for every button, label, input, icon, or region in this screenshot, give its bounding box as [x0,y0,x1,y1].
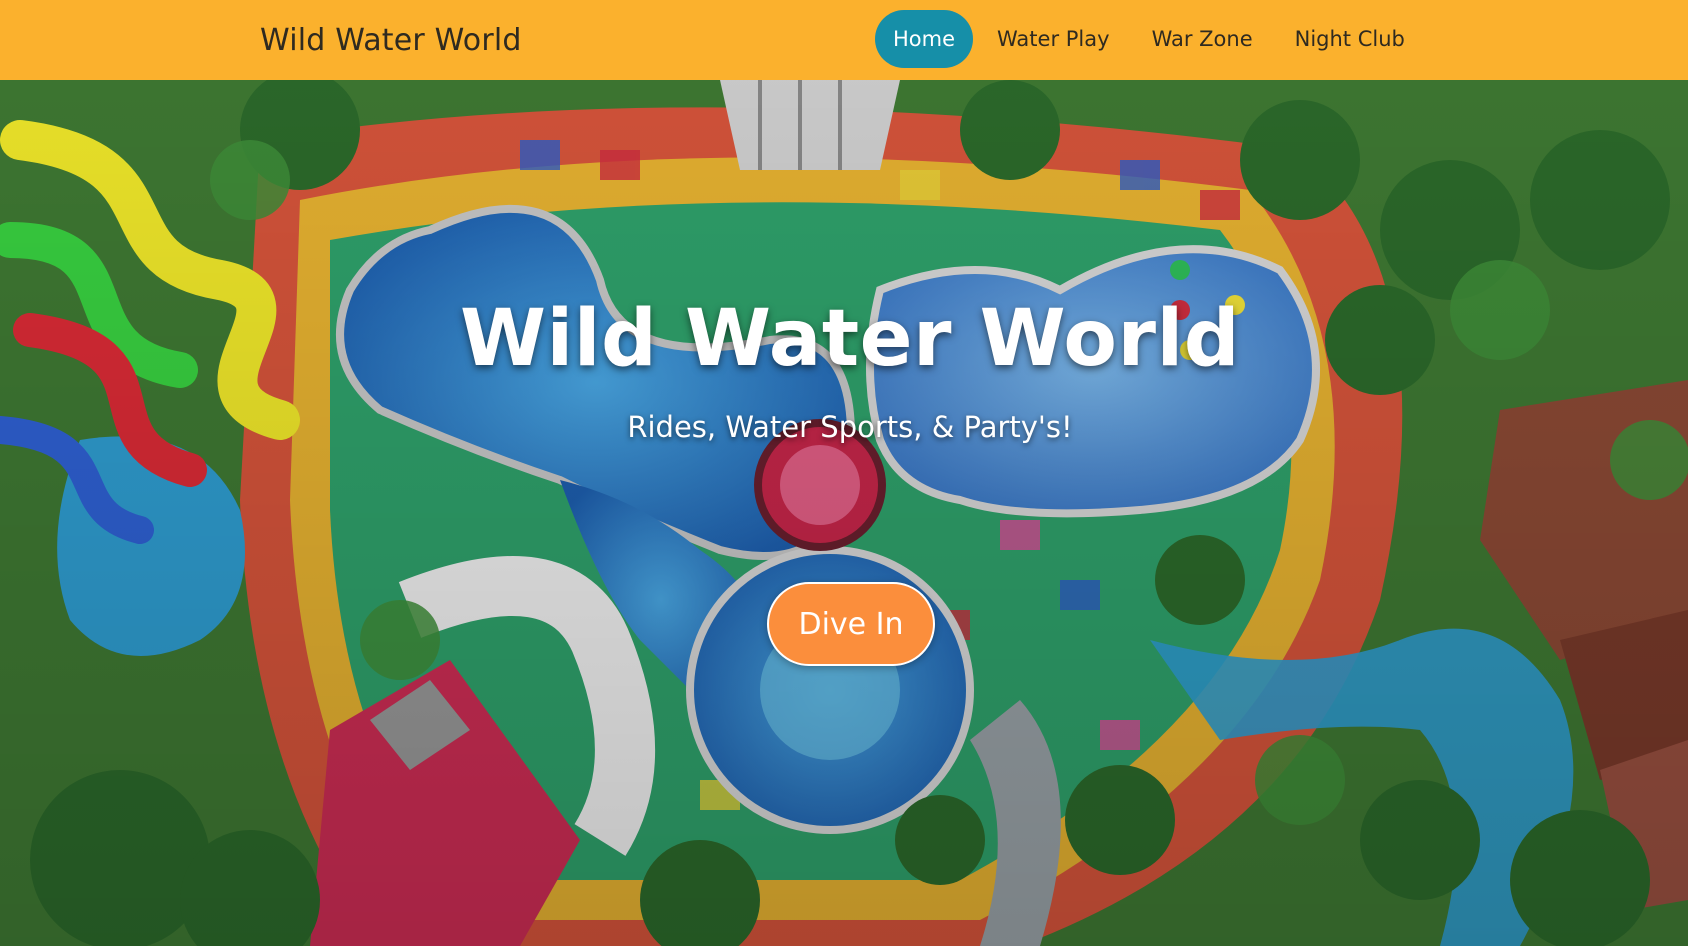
nav-links: Home Water Play War Zone Night Club [875,10,1423,68]
nav-link-home[interactable]: Home [875,10,974,68]
brand-logo-link[interactable]: Wild Water World [260,0,522,80]
nav-link-war-zone[interactable]: War Zone [1134,10,1271,68]
hero-background-image [0,80,1688,946]
page: Wild Water World Home Water Play War Zon… [0,0,1688,946]
nav-link-water-play[interactable]: Water Play [979,10,1128,68]
nav-link-night-club[interactable]: Night Club [1277,10,1423,68]
top-navbar: Wild Water World Home Water Play War Zon… [0,0,1688,80]
hero-title: Wild Water World [459,294,1241,384]
hero-subtitle: Rides, Water Sports, & Party's! [627,410,1073,444]
hero-section: Wild Water World Rides, Water Sports, & … [0,80,1688,946]
dive-in-button[interactable]: Dive In [767,582,935,666]
